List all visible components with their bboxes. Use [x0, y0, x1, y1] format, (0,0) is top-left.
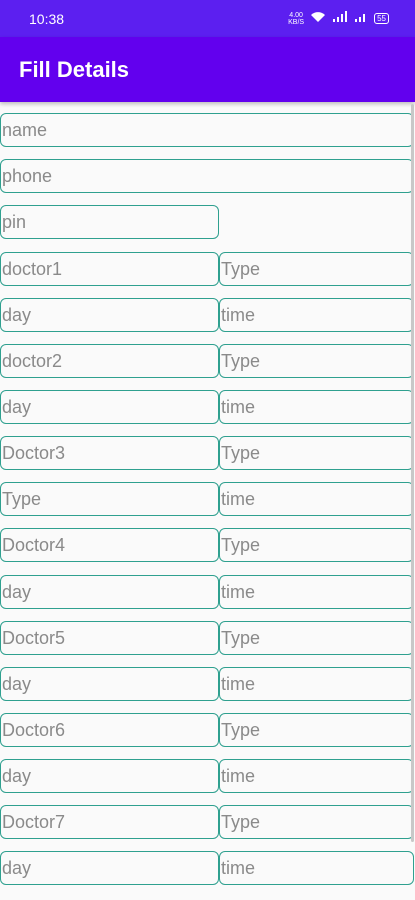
- doctor2-day-input[interactable]: day: [0, 390, 219, 424]
- doctor6-name-input[interactable]: Doctor6: [0, 713, 219, 747]
- name-input[interactable]: name: [0, 113, 414, 147]
- page-title: Fill Details: [19, 56, 130, 82]
- doctor1-day-input[interactable]: day: [0, 298, 219, 332]
- pin-input[interactable]: pin: [0, 205, 219, 239]
- app-bar: Fill Details: [0, 37, 415, 102]
- doctor4-name-input[interactable]: Doctor4: [0, 528, 219, 562]
- doctor6-type-input[interactable]: Type: [219, 713, 414, 747]
- signal-icon-2: [354, 11, 368, 26]
- signal-icon-1: [332, 11, 348, 26]
- doctor4-type-input[interactable]: Type: [219, 528, 414, 562]
- doctor3-time-input[interactable]: time: [219, 482, 414, 516]
- form-scroll-area[interactable]: name phone pin doctor1 Type day time doc…: [0, 102, 415, 900]
- doctor3-day-input[interactable]: Type: [0, 482, 219, 516]
- vertical-scrollbar[interactable]: [411, 104, 414, 842]
- doctor7-type-input[interactable]: Type: [219, 805, 414, 839]
- status-bar: 10:38 4.00 KB/S 55: [0, 0, 415, 37]
- doctor6-time-input[interactable]: time: [219, 759, 414, 793]
- doctor5-type-input[interactable]: Type: [219, 621, 414, 655]
- doctor7-day-input[interactable]: day: [0, 851, 219, 885]
- phone-input[interactable]: phone: [0, 159, 414, 193]
- doctor7-name-input[interactable]: Doctor7: [0, 805, 219, 839]
- doctor1-time-input[interactable]: time: [219, 298, 414, 332]
- battery-icon: 55: [374, 13, 389, 24]
- doctor4-day-input[interactable]: day: [0, 575, 219, 609]
- network-speed-indicator: 4.00 KB/S: [288, 11, 305, 26]
- doctor5-time-input[interactable]: time: [219, 667, 414, 701]
- doctor1-name-input[interactable]: doctor1: [0, 252, 219, 286]
- doctor6-day-input[interactable]: day: [0, 759, 219, 793]
- doctor7-time-input[interactable]: time: [219, 851, 414, 885]
- doctor2-time-input[interactable]: time: [219, 390, 414, 424]
- wifi-icon: [310, 11, 326, 26]
- doctor4-time-input[interactable]: time: [219, 575, 414, 609]
- doctor2-name-input[interactable]: doctor2: [0, 344, 219, 378]
- doctor5-name-input[interactable]: Doctor5: [0, 621, 219, 655]
- doctor3-name-input[interactable]: Doctor3: [0, 436, 219, 470]
- status-time: 10:38: [29, 10, 65, 27]
- doctor3-type-input[interactable]: Type: [219, 436, 414, 470]
- doctor1-type-input[interactable]: Type: [219, 252, 414, 286]
- doctor5-day-input[interactable]: day: [0, 667, 219, 701]
- status-icons: 4.00 KB/S 55: [288, 11, 389, 26]
- doctor2-type-input[interactable]: Type: [219, 344, 414, 378]
